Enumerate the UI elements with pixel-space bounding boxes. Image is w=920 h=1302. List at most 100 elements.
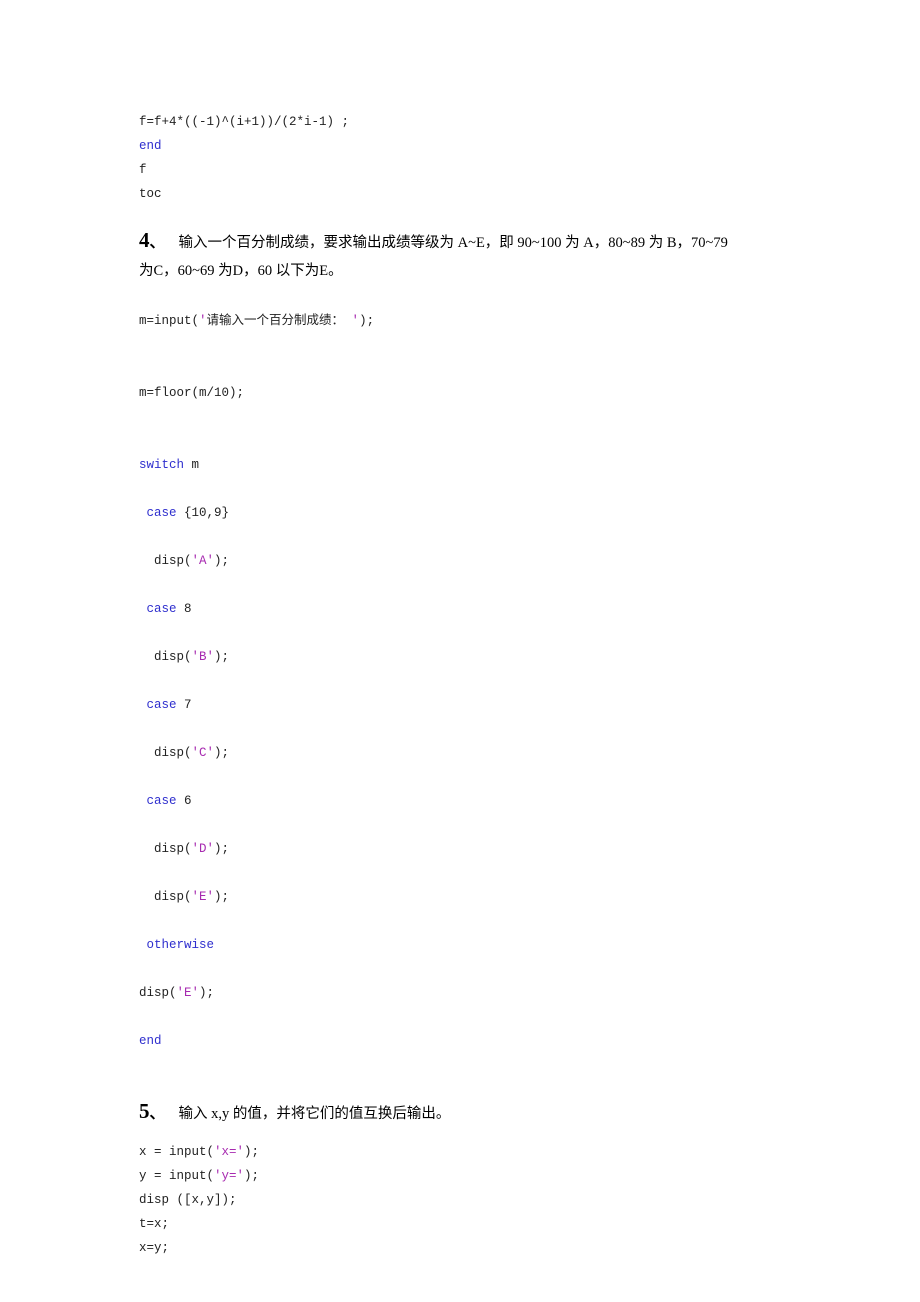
code-block-swap-xy: x = input('x='); y = input('y='); disp ([x… [139, 1140, 799, 1260]
code-line: m=floor(m/10); [139, 369, 799, 417]
code-line: f=f+4*((-1)^(i+1))/(2*i-1) ; [139, 110, 799, 134]
code-token: ); [244, 1145, 260, 1159]
code-token: end [139, 1034, 162, 1048]
code-token: x = input( [139, 1145, 215, 1159]
heading-4-line2: 为C，60~69 为D，60 以下为E。 [139, 263, 343, 279]
code-line: case {10,9} [139, 489, 799, 537]
code-line: switch m [139, 441, 799, 489]
code-line: case 7 [139, 681, 799, 729]
code-token: 7 [176, 698, 192, 712]
code-token: f=f+4*((-1)^(i+1))/(2*i-1) ; [139, 115, 350, 129]
code-line: otherwise [139, 921, 799, 969]
heading-problem-4: 4、 输入一个百分制成绩，要求输出成绩等级为 A~E，即 90~100 为 A，8… [139, 226, 799, 285]
code-line: t=x; [139, 1212, 799, 1236]
code-line: disp('D'); [139, 825, 799, 873]
document-page: f=f+4*((-1)^(i+1))/(2*i-1) ; end f toc 4、 输入… [0, 0, 920, 1302]
code-token: m=floor(m/10); [139, 386, 245, 400]
code-line: case 6 [139, 777, 799, 825]
code-token: {10,9} [176, 506, 230, 520]
document-content: f=f+4*((-1)^(i+1))/(2*i-1) ; end f toc 4、 输入… [139, 110, 799, 1260]
code-line: m=input('请输入一个百分制成绩： '); [139, 297, 799, 345]
code-token: y = input( [139, 1169, 215, 1183]
code-token: ' [199, 314, 207, 328]
code-token: ); [244, 1169, 260, 1183]
code-token: 'A' [191, 554, 215, 568]
code-token: disp( [139, 554, 192, 568]
heading-problem-5: 5、 输入 x,y 的值，并将它们的值互换后输出。 [139, 1097, 799, 1128]
code-block-pi-loop-tail: f=f+4*((-1)^(i+1))/(2*i-1) ; end f toc [139, 110, 799, 206]
code-token: ); [214, 554, 230, 568]
code-token: disp( [139, 842, 192, 856]
code-token: m=input( [139, 314, 200, 328]
code-token: 'D' [191, 842, 215, 856]
code-line: end [139, 1017, 799, 1065]
code-token: 8 [176, 602, 192, 616]
code-token: 'x=' [214, 1145, 245, 1159]
code-token: 6 [176, 794, 192, 808]
code-line: toc [139, 182, 799, 206]
code-line: y = input('y='); [139, 1164, 799, 1188]
code-line: disp('E'); [139, 969, 799, 1017]
code-token: disp( [139, 746, 192, 760]
heading-5-number: 5 [139, 1099, 150, 1123]
heading-5-line1: 输入 x,y 的值，并将它们的值互换后输出。 [178, 1106, 451, 1122]
code-token: ); [359, 314, 375, 328]
code-line: disp ([x,y]); [139, 1188, 799, 1212]
code-token: f [139, 163, 147, 177]
code-block-switch-grade: switch m case {10,9} disp('A'); case 8 d… [139, 441, 799, 1065]
code-token: disp ([x,y]); [139, 1193, 237, 1207]
code-token: otherwise [146, 938, 215, 952]
code-token: ); [214, 890, 230, 904]
code-token: 'E' [176, 986, 200, 1000]
code-token: case [146, 506, 177, 520]
code-line: disp('C'); [139, 729, 799, 777]
code-token: case [146, 602, 177, 616]
code-token: ); [199, 986, 215, 1000]
code-token: 'B' [191, 650, 215, 664]
code-token: ' [344, 314, 360, 328]
code-block-floor: m=floor(m/10); [139, 369, 799, 417]
code-line: f [139, 158, 799, 182]
code-line: disp('A'); [139, 537, 799, 585]
code-token: x=y; [139, 1241, 170, 1255]
code-token: 'C' [191, 746, 215, 760]
code-line: end [139, 134, 799, 158]
heading-4-line1: 输入一个百分制成绩，要求输出成绩等级为 A~E，即 90~100 为 A，80~… [178, 235, 728, 251]
code-token: end [139, 139, 162, 153]
code-line: disp('B'); [139, 633, 799, 681]
code-token: disp( [139, 650, 192, 664]
heading-5-dun: 、 [149, 1106, 165, 1122]
code-token: 'y=' [214, 1169, 245, 1183]
code-token: ); [214, 746, 230, 760]
code-line: case 8 [139, 585, 799, 633]
code-token: disp( [139, 986, 177, 1000]
code-token: 'E' [191, 890, 215, 904]
code-token: m [184, 458, 200, 472]
code-block-input-score: m=input('请输入一个百分制成绩： '); [139, 297, 799, 345]
code-token: toc [139, 187, 162, 201]
heading-4-dun: 、 [149, 235, 165, 251]
code-line: x = input('x='); [139, 1140, 799, 1164]
code-token: ); [214, 842, 230, 856]
code-line: disp('E'); [139, 873, 799, 921]
code-token: case [146, 794, 177, 808]
code-token: switch [139, 458, 185, 472]
code-token: 请输入一个百分制成绩： [206, 314, 345, 328]
code-line: x=y; [139, 1236, 799, 1260]
code-token: case [146, 698, 177, 712]
heading-4-number: 4 [139, 228, 150, 252]
code-token: ); [214, 650, 230, 664]
code-token: disp( [139, 890, 192, 904]
code-token: t=x; [139, 1217, 170, 1231]
